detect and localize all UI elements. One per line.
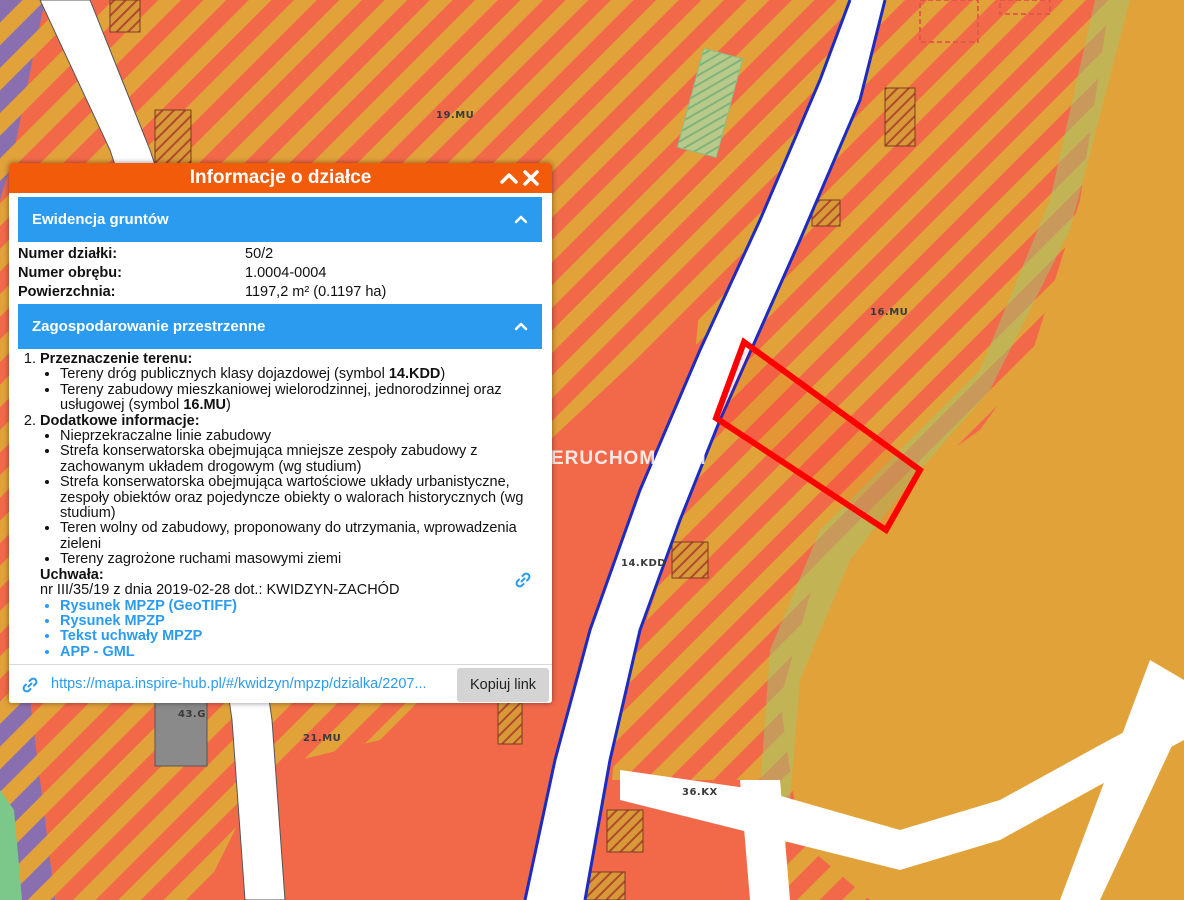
copy-link-button[interactable]: Kopiuj link: [457, 668, 549, 702]
zone-label-16mu: 16.MU: [870, 307, 908, 318]
zagospodarowanie-content: Przeznaczenie terenu: Tereny dróg public…: [18, 351, 542, 661]
info-label: Numer obrębu:: [18, 265, 122, 281]
link-icon[interactable]: [514, 571, 532, 589]
building: [154, 109, 192, 169]
section-zagospodarowanie[interactable]: Zagospodarowanie przestrzenne: [18, 304, 542, 349]
symbol-16mu: 16.MU: [183, 397, 227, 414]
symbol-14kdd: 14.KDD: [388, 366, 441, 383]
list-item: Nieprzekraczalne linie zabudowy: [60, 428, 542, 444]
info-value: 1.0004-0004: [245, 265, 327, 281]
close-icon[interactable]: [521, 167, 541, 189]
link-rysunek-geotiff[interactable]: Rysunek MPZP (GeoTIFF): [60, 598, 237, 614]
link-icon: [22, 677, 38, 693]
link-tekst-uchwaly[interactable]: Tekst uchwały MPZP: [60, 628, 202, 644]
zone-label-43g: 43.G: [178, 709, 206, 720]
building: [497, 699, 523, 745]
list-heading: Dodatkowe informacje:: [40, 412, 200, 429]
list-item: Teren wolny od zabudowy, proponowany do …: [60, 521, 542, 552]
list-heading: Przeznaczenie terenu:: [40, 351, 193, 367]
parcel-info-panel: Informacje o działce Ewidencja gruntów N…: [9, 163, 552, 703]
info-list: Przeznaczenie terenu: Tereny dróg public…: [18, 351, 542, 568]
zone-label-36kx: 36.KX: [682, 787, 718, 798]
building: [109, 0, 141, 33]
sub-list: Nieprzekraczalne linie zabudowy Strefa k…: [40, 428, 542, 568]
building: [671, 541, 709, 579]
section-ewidencja-gruntow[interactable]: Ewidencja gruntów: [18, 197, 542, 242]
zone-label-21mu: 21.MU: [303, 733, 341, 744]
zone-label-19mu: 19.MU: [436, 110, 474, 121]
share-url-field[interactable]: https://mapa.inspire-hub.pl/#/kwidzyn/mp…: [51, 676, 451, 692]
list-item: Tereny zabudowy mieszkaniowej wielorodzi…: [60, 382, 542, 414]
info-label: Numer działki:: [18, 246, 118, 262]
building: [584, 871, 626, 900]
info-value: 1197,2 m² (0.1197 ha): [245, 284, 387, 300]
panel-header: Informacje o działce: [9, 163, 552, 193]
uchwala-heading: Uchwała:: [40, 566, 104, 583]
list-item-przeznaczenie: Przeznaczenie terenu: Tereny dróg public…: [40, 351, 542, 414]
chevron-up-icon[interactable]: [514, 213, 528, 225]
zone-label-14kdd: 14.KDD: [621, 558, 666, 569]
sub-list: Tereny dróg publicznych klasy dojazdowej…: [40, 367, 542, 413]
chevron-up-icon[interactable]: [499, 167, 519, 189]
watermark-logo: NIERUCHOMOŚCI: [530, 448, 707, 469]
list-item: Tereny zagrożone ruchami masowymi ziemi: [60, 551, 542, 567]
info-value: 50/2: [245, 246, 274, 262]
list-item: Strefa konserwatorska obejmująca wartośc…: [60, 475, 542, 521]
link-rysunek-mpzp[interactable]: Rysunek MPZP: [60, 613, 165, 629]
chevron-up-icon[interactable]: [514, 320, 528, 332]
list-item: Tereny dróg publicznych klasy dojazdowej…: [60, 367, 542, 382]
link-app-gml[interactable]: APP - GML: [60, 644, 135, 660]
info-label: Powierzchnia:: [18, 284, 116, 300]
section-title: Zagospodarowanie przestrzenne: [32, 318, 266, 335]
building: [884, 87, 916, 147]
list-item-dodatkowe: Dodatkowe informacje: Nieprzekraczalne l…: [40, 412, 542, 568]
uchwala-links: Rysunek MPZP (GeoTIFF) Rysunek MPZP Teks…: [18, 598, 542, 661]
uchwala-text: nr III/35/19 z dnia 2019-02-28 dot.: KWI…: [40, 582, 400, 599]
building: [606, 809, 644, 853]
section-title: Ewidencja gruntów: [32, 211, 169, 228]
list-item: Strefa konserwatorska obejmująca mniejsz…: [60, 444, 542, 475]
panel-footer: https://mapa.inspire-hub.pl/#/kwidzyn/mp…: [9, 664, 552, 703]
panel-title: Informacje o działce: [189, 167, 372, 188]
